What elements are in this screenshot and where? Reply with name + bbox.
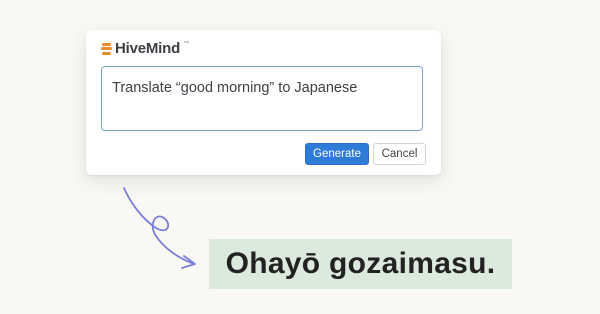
cancel-button[interactable]: Cancel (373, 143, 426, 165)
generate-button[interactable]: Generate (305, 143, 369, 165)
hivemind-logo-icon (101, 42, 112, 55)
hand-drawn-arrow-icon (123, 187, 196, 269)
prompt-input[interactable]: Translate “good morning” to Japanese (101, 66, 423, 131)
translation-result: Ohayō gozaimasu. (209, 239, 512, 289)
brand-name: HiveMind (115, 40, 181, 57)
prompt-card: HiveMind ™ Translate “good morning” to J… (86, 30, 441, 175)
brand: HiveMind ™ (101, 40, 189, 57)
trademark-symbol: ™ (183, 41, 190, 47)
